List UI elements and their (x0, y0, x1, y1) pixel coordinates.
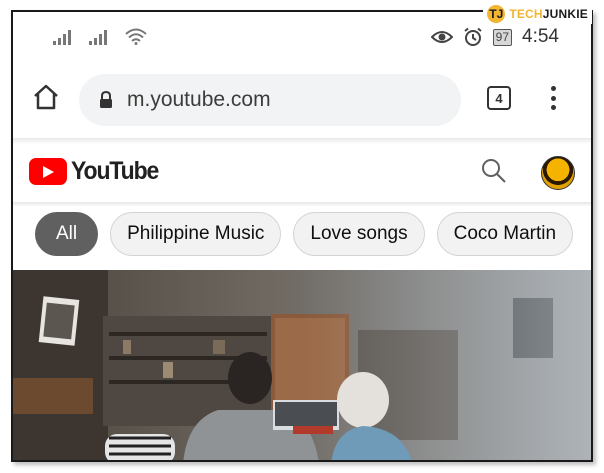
menu-icon[interactable] (543, 83, 563, 113)
chip-philippine-music[interactable]: Philippine Music (110, 212, 282, 256)
techjunkie-wordmark: TECHJUNKIE (509, 7, 588, 21)
chip-bar: All Philippine Music Love songs Coco Mar… (13, 212, 591, 266)
video-thumbnail[interactable] (13, 270, 591, 460)
status-time: 4:54 (522, 26, 559, 47)
chip-all[interactable]: All (35, 212, 99, 256)
header-shadow (13, 202, 591, 207)
phone-screen: 97 4:54 m.youtube.com 4 YouTube All Phil… (11, 10, 593, 462)
lock-icon (99, 91, 113, 109)
avatar-icon[interactable] (541, 156, 575, 190)
youtube-header: YouTube (13, 144, 591, 202)
tabs-icon[interactable]: 4 (487, 86, 511, 110)
search-icon (482, 159, 506, 183)
battery-icon: 97 (492, 28, 513, 46)
techjunkie-watermark: TJ TECHJUNKIE (483, 4, 592, 24)
techjunkie-logo: TJ (487, 5, 506, 23)
status-left (53, 28, 147, 45)
home-button[interactable] (31, 82, 61, 112)
alarm-icon (464, 27, 482, 46)
chip-love-songs[interactable]: Love songs (293, 212, 425, 256)
signal-icon (53, 30, 71, 45)
signal-icon (89, 30, 107, 45)
chip-coco-martin[interactable]: Coco Martin (436, 212, 574, 256)
home-icon (34, 84, 58, 110)
youtube-play-icon (29, 158, 67, 185)
wifi-icon (125, 28, 147, 45)
url-text: m.youtube.com (127, 88, 271, 111)
eye-icon (430, 31, 453, 43)
browser-toolbar: m.youtube.com 4 (13, 68, 591, 130)
youtube-logo[interactable]: YouTube (29, 157, 166, 186)
youtube-wordmark: YouTube (71, 157, 159, 185)
search-button[interactable] (481, 158, 507, 189)
status-right: 97 4:54 (430, 26, 559, 48)
address-bar[interactable]: m.youtube.com (79, 74, 461, 126)
